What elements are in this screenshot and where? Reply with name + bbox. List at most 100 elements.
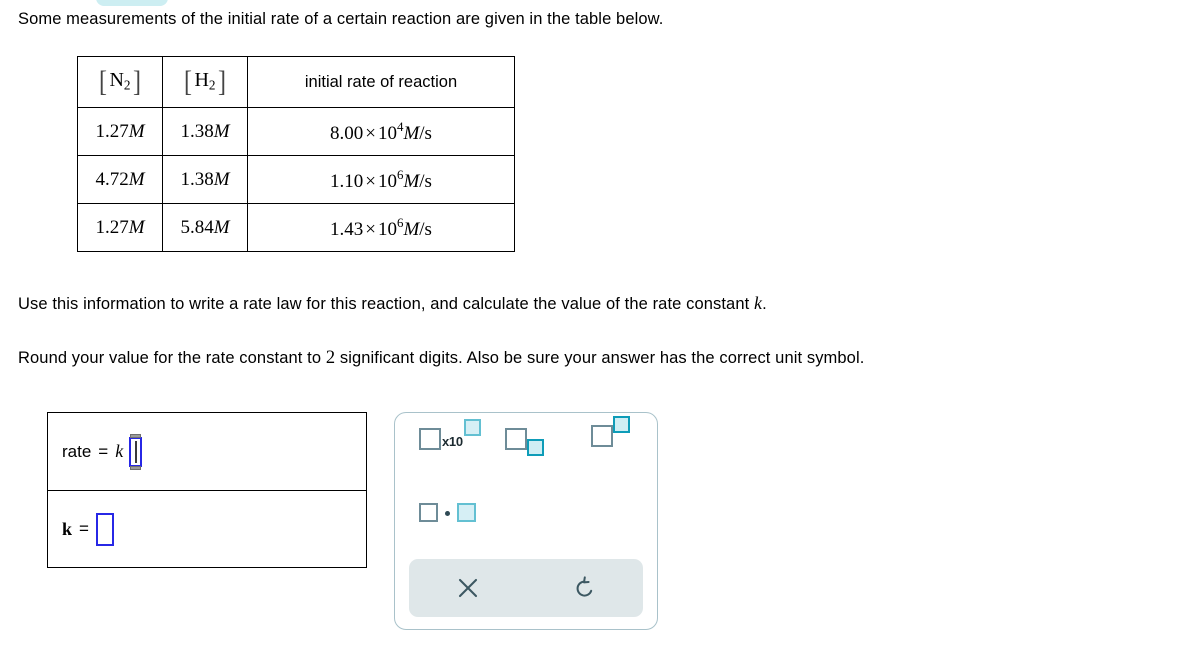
value-h2: 1.38 xyxy=(180,168,214,190)
cell-h2-concentration: 5.84M xyxy=(162,203,248,252)
equals-sign: = xyxy=(98,441,109,461)
species-n2-element: N xyxy=(109,69,124,92)
rate-scientific-value: 8.00 × 104 xyxy=(330,119,403,144)
table-row: 1.27M 5.84M 1.43 × 106M/s xyxy=(77,203,515,252)
rate-scientific-value: 1.10 × 106 xyxy=(330,167,403,192)
rate-law-input[interactable] xyxy=(129,433,143,470)
species-h2-symbol: H2 xyxy=(193,70,216,92)
cell-h2-concentration: 1.38M xyxy=(162,155,248,204)
header-cell-n2-concentration: [N2] xyxy=(77,56,163,108)
header-cell-h2-concentration: [H2] xyxy=(162,56,248,108)
multiplication-dot-icon xyxy=(445,511,450,516)
unit-per-second: /s xyxy=(419,218,432,240)
species-n2-subscript: 2 xyxy=(123,77,131,93)
unit-molar: M xyxy=(403,122,420,144)
unit-molar: M xyxy=(128,168,145,190)
rate-base: 10 xyxy=(378,170,397,192)
subscript-button[interactable] xyxy=(505,428,544,456)
answer-entry-box: rate = k k = xyxy=(47,412,367,568)
superscript-button[interactable] xyxy=(591,416,630,447)
rate-mantissa: 1.10 xyxy=(330,170,364,192)
table-header-row: [N2] [H2] initial rate of reaction xyxy=(77,56,515,108)
bracket-right-icon: ] xyxy=(132,64,141,98)
scientific-notation-button[interactable]: x10 xyxy=(419,419,481,450)
header-cell-initial-rate: initial rate of reaction xyxy=(247,56,515,108)
keypad-key-area: x10 xyxy=(395,413,657,561)
unit-molar: M xyxy=(213,168,230,190)
species-h2-element: H xyxy=(194,69,209,92)
bracket-left-icon: [ xyxy=(99,64,108,98)
rate-constant-symbol: k xyxy=(115,441,124,461)
species-h2-subscript: 2 xyxy=(208,77,216,93)
bracket-left-icon: [ xyxy=(184,64,193,98)
unit-molar: M xyxy=(128,216,145,238)
rate-constant-input[interactable] xyxy=(95,512,114,546)
undo-button[interactable] xyxy=(526,559,643,617)
rate-constant-label: k xyxy=(62,518,73,539)
rate-scientific-value: 1.43 × 106 xyxy=(330,215,403,240)
instruction-rate-law-period: . xyxy=(762,295,767,313)
rate-law-label: rate xyxy=(62,441,92,461)
unit-molar: M xyxy=(128,120,145,142)
bracket-right-icon: ] xyxy=(217,64,226,98)
multiplication-dot-button[interactable] xyxy=(419,503,476,522)
unit-per-second: /s xyxy=(419,170,432,192)
unit-per-second: /s xyxy=(419,122,432,144)
question-intro-text: Some measurements of the initial rate of… xyxy=(18,10,663,30)
rate-base: 10 xyxy=(378,122,397,144)
unit-molar: M xyxy=(213,216,230,238)
instruction-rounding: Round your value for the rate constant t… xyxy=(18,347,864,369)
rate-mantissa: 1.43 xyxy=(330,218,364,240)
resize-handle-top-icon[interactable] xyxy=(130,433,142,438)
answer-row-rate-constant[interactable]: k = xyxy=(48,490,366,567)
keypad-action-bar xyxy=(409,559,643,617)
exponent-square-icon xyxy=(463,419,481,436)
multiplication-sign: × xyxy=(365,218,376,240)
rate-constant-symbol: k xyxy=(753,293,763,313)
instruction-rounding-text-end: significant digits. Also be sure your an… xyxy=(335,349,865,367)
resize-handle-bottom-icon[interactable] xyxy=(130,465,142,470)
question-intro-label: Some measurements of the initial rate of… xyxy=(18,10,664,28)
superscript-square-icon xyxy=(613,416,630,433)
cell-n2-concentration: 4.72M xyxy=(77,155,163,204)
math-keypad-panel: x10 xyxy=(394,412,658,630)
answer-row-rate-law[interactable]: rate = k xyxy=(48,413,366,490)
instruction-rate-law: Use this information to write a rate law… xyxy=(18,293,767,315)
unit-molar: M xyxy=(403,170,420,192)
cell-initial-rate: 8.00 × 104M/s xyxy=(247,107,515,156)
value-h2: 5.84 xyxy=(180,216,214,238)
cell-h2-concentration: 1.38M xyxy=(162,107,248,156)
placeholder-square-icon xyxy=(591,425,613,447)
table-body: 1.27M 1.38M 8.00 × 104M/s 4.72M 1.38M 1.10… xyxy=(77,107,515,252)
multiplication-sign: × xyxy=(365,170,376,192)
measurements-table: [N2] [H2] initial rate of reaction 1.27M… xyxy=(77,56,515,252)
placeholder-square-icon xyxy=(505,428,527,450)
unit-molar: M xyxy=(213,120,230,142)
significant-digits-count: 2 xyxy=(325,348,336,368)
top-tab-fragment xyxy=(96,0,168,6)
value-n2: 4.72 xyxy=(95,168,129,190)
value-h2: 1.38 xyxy=(180,120,214,142)
rate-mantissa: 8.00 xyxy=(330,122,364,144)
cell-initial-rate: 1.10 × 106M/s xyxy=(247,155,515,204)
multiplication-sign: × xyxy=(365,122,376,144)
close-icon xyxy=(458,578,477,598)
cell-initial-rate: 1.43 × 106M/s xyxy=(247,203,515,252)
rate-base: 10 xyxy=(378,218,397,240)
text-caret xyxy=(134,440,137,463)
placeholder-square-icon xyxy=(457,503,476,522)
unit-molar: M xyxy=(403,218,420,240)
instruction-rounding-text-start: Round your value for the rate constant t… xyxy=(18,349,326,367)
cell-n2-concentration: 1.27M xyxy=(77,107,163,156)
undo-icon xyxy=(576,575,593,597)
table-row: 1.27M 1.38M 8.00 × 104M/s xyxy=(77,107,515,156)
value-n2: 1.27 xyxy=(95,120,129,142)
species-n2-symbol: N2 xyxy=(108,70,131,92)
clear-button[interactable] xyxy=(409,559,526,617)
table-row: 4.72M 1.38M 1.10 × 106M/s xyxy=(77,155,515,204)
equals-sign: = xyxy=(79,519,89,538)
scientific-notation-label: x10 xyxy=(442,434,463,449)
species-h2: [H2] xyxy=(183,64,226,98)
subscript-square-icon xyxy=(527,439,544,456)
value-n2: 1.27 xyxy=(95,216,129,238)
